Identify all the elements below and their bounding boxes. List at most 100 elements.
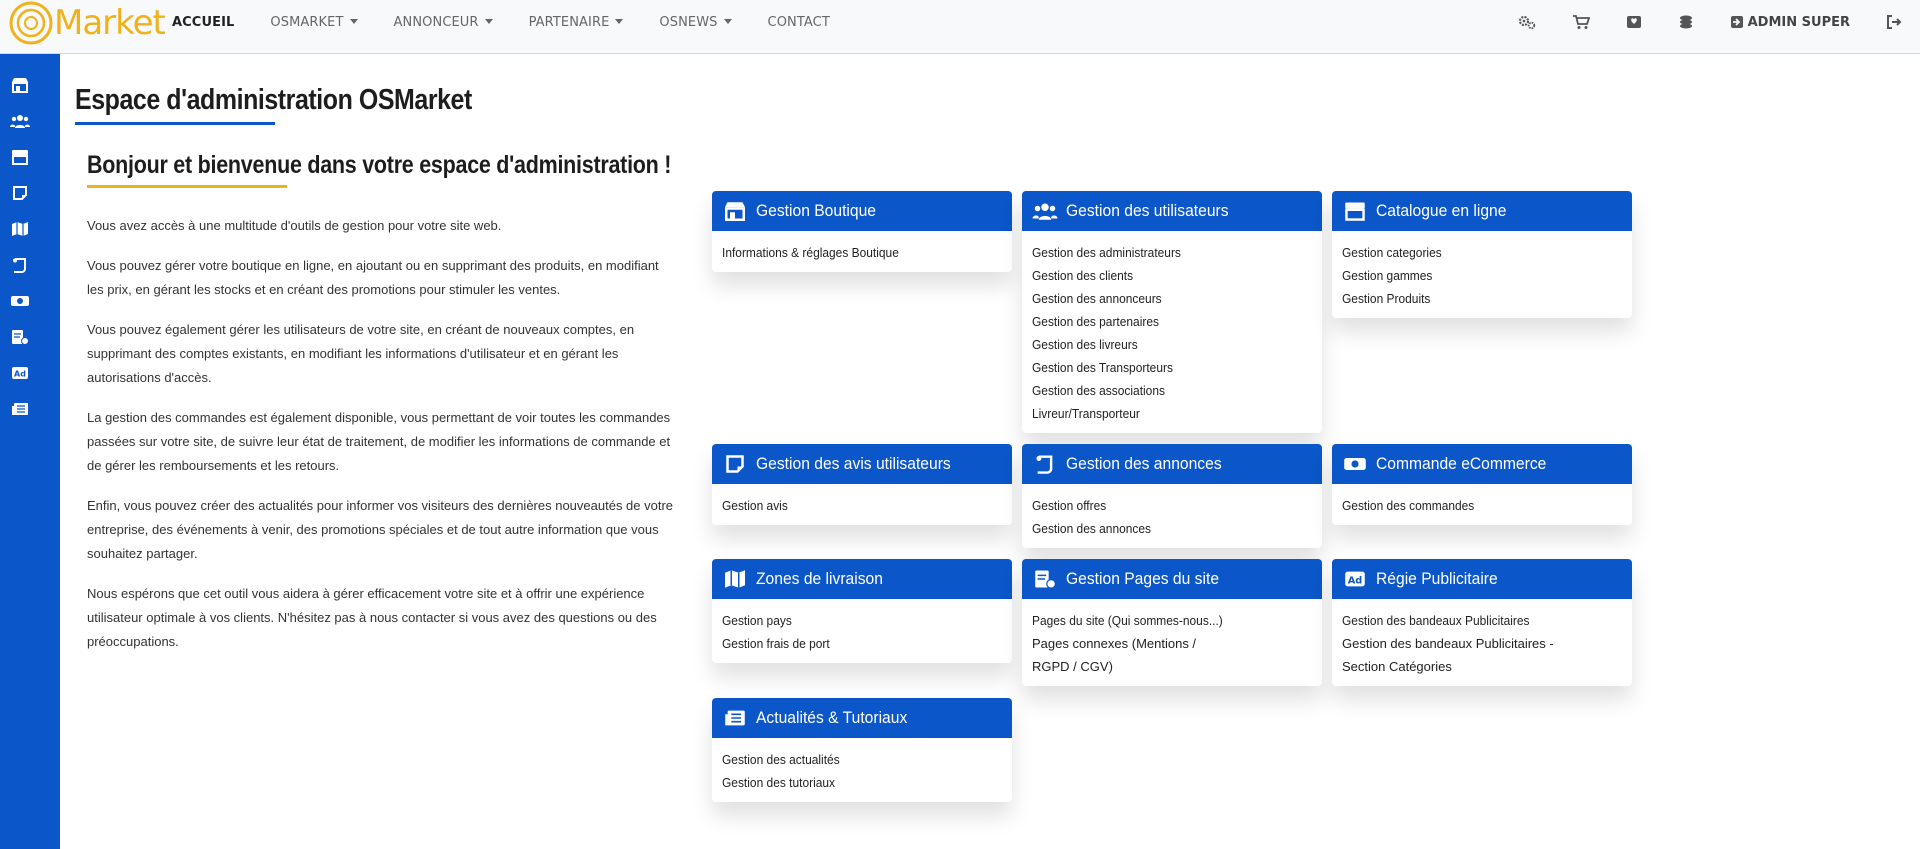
map-icon	[722, 568, 748, 590]
card-header[interactable]: Zones de livraison	[712, 559, 1012, 599]
intro-paragraph: La gestion des commandes est également d…	[87, 410, 671, 473]
map-icon[interactable]	[10, 220, 30, 238]
card-link[interactable]: Gestion des bandeaux Publicitaires	[1342, 609, 1600, 632]
store-icon[interactable]	[10, 76, 30, 94]
card-regie-publicitaire: Ad Régie Publicitaire Gestion des bandea…	[1332, 559, 1632, 686]
card-header[interactable]: Gestion des utilisateurs	[1022, 191, 1322, 231]
ad-icon: Ad	[1342, 568, 1368, 590]
title-underline	[75, 122, 275, 125]
store-front-icon	[1342, 200, 1368, 222]
card-gestion-boutique: Gestion Boutique Informations & réglages…	[712, 191, 1012, 272]
ad-icon[interactable]: Ad	[10, 364, 30, 382]
card-link[interactable]: Gestion des livreurs	[1032, 333, 1290, 356]
card-header[interactable]: Commande eCommerce	[1332, 444, 1632, 484]
card-header[interactable]: Gestion des annonces	[1022, 444, 1322, 484]
note-icon[interactable]	[10, 184, 30, 202]
card-gestion-avis: Gestion des avis utilisateurs Gestion av…	[712, 444, 1012, 525]
card-link[interactable]: Gestion des annonces	[1032, 517, 1290, 540]
card-link[interactable]: Gestion des annonceurs	[1032, 287, 1290, 310]
logo-rings-icon	[9, 1, 53, 45]
money-icon[interactable]	[10, 292, 30, 310]
sign-in-icon	[1730, 16, 1743, 28]
card-header[interactable]: Catalogue en ligne	[1332, 191, 1632, 231]
store-icon	[722, 200, 748, 222]
card-body: Gestion pays Gestion frais de port	[712, 599, 1012, 663]
card-actualites-tutoriaux: Actualités & Tutoriaux Gestion des actua…	[712, 698, 1012, 802]
card-header[interactable]: Actualités & Tutoriaux	[712, 698, 1012, 738]
card-link[interactable]: Gestion avis	[722, 494, 980, 517]
card-title: Gestion Boutique	[756, 201, 876, 220]
card-link[interactable]: Gestion des partenaires	[1032, 310, 1290, 333]
card-title: Gestion des avis utilisateurs	[756, 454, 951, 473]
nav-osnews-label: OSNEWS	[659, 14, 718, 30]
nav-contact[interactable]: CONTACT	[768, 15, 830, 30]
welcome-heading: Bonjour et bienvenue dans votre espace d…	[87, 151, 672, 179]
intro-paragraph: Vous pouvez gérer votre boutique en lign…	[87, 258, 659, 297]
shield-icon[interactable]	[1626, 14, 1642, 30]
top-navbar: Market ACCUEIL OSMARKET ANNONCEUR PARTEN…	[0, 0, 1920, 54]
card-header[interactable]: Gestion des avis utilisateurs	[712, 444, 1012, 484]
newspaper-icon[interactable]	[10, 400, 30, 418]
card-link[interactable]: Gestion des Transporteurs	[1032, 356, 1290, 379]
svg-text:Ad: Ad	[14, 370, 26, 379]
card-body: Gestion des bandeaux Publicitaires Gesti…	[1332, 599, 1632, 686]
card-link[interactable]: Gestion Produits	[1342, 287, 1600, 310]
card-body: Gestion avis	[712, 484, 1012, 525]
card-catalogue-en-ligne: Catalogue en ligne Gestion categories Ge…	[1332, 191, 1632, 318]
scroll-icon[interactable]	[10, 256, 30, 274]
intro-text: Vous avez accès à une multitude d'outils…	[87, 214, 677, 670]
users-icon[interactable]	[10, 112, 30, 130]
page-check-icon[interactable]	[10, 328, 30, 346]
nav-annonceur-label: ANNONCEUR	[393, 14, 479, 30]
note-icon	[722, 453, 748, 475]
nav-right: ADMIN SUPER	[1482, 0, 1902, 44]
card-header[interactable]: Gestion Pages du site	[1022, 559, 1322, 599]
money-icon	[1342, 453, 1368, 475]
card-link[interactable]: Informations & réglages Boutique	[722, 241, 980, 264]
store-front-icon[interactable]	[10, 148, 30, 166]
brand-logo[interactable]: Market	[8, 1, 166, 45]
sidebar: Ad	[0, 54, 60, 849]
card-link[interactable]: Gestion des bandeaux Publicitaires - Sec…	[1342, 632, 1572, 678]
gears-icon[interactable]	[1518, 14, 1536, 30]
card-link[interactable]: Gestion offres	[1032, 494, 1290, 517]
card-header[interactable]: Gestion Boutique	[712, 191, 1012, 231]
card-link[interactable]: Livreur/Transporteur	[1032, 402, 1290, 425]
card-link[interactable]: Pages du site (Qui sommes-nous...)	[1032, 609, 1290, 632]
nav-partenaire[interactable]: PARTENAIRE	[529, 15, 624, 30]
nav-accueil[interactable]: ACCUEIL	[172, 15, 234, 30]
card-link[interactable]: Gestion des actualités	[722, 748, 980, 771]
card-link[interactable]: Gestion frais de port	[722, 632, 980, 655]
logout-icon[interactable]	[1886, 14, 1902, 30]
admin-account[interactable]: ADMIN SUPER	[1730, 15, 1850, 30]
card-link[interactable]: Gestion des clients	[1032, 264, 1290, 287]
intro-paragraph: Vous pouvez également gérer les utilisat…	[87, 322, 635, 385]
card-link[interactable]: Gestion categories	[1342, 241, 1600, 264]
card-link[interactable]: Pages connexes (Mentions / RGPD / CGV)	[1032, 632, 1237, 678]
card-link[interactable]: Gestion des tutoriaux	[722, 771, 980, 794]
card-body: Gestion offres Gestion des annonces	[1022, 484, 1322, 548]
card-link[interactable]: Gestion pays	[722, 609, 980, 632]
card-link[interactable]: Gestion gammes	[1342, 264, 1600, 287]
card-title: Commande eCommerce	[1376, 454, 1547, 473]
svg-text:Ad: Ad	[1348, 575, 1363, 586]
intro-paragraph: Vous avez accès à une multitude d'outils…	[87, 218, 502, 233]
main-nav: ACCUEIL OSMARKET ANNONCEUR PARTENAIRE OS…	[172, 0, 866, 44]
nav-osnews[interactable]: OSNEWS	[659, 14, 732, 30]
card-body: Gestion des actualités Gestion des tutor…	[712, 738, 1012, 802]
coins-icon[interactable]	[1678, 14, 1694, 30]
card-body: Gestion des administrateurs Gestion des …	[1022, 231, 1322, 433]
chevron-down-icon	[484, 18, 493, 24]
card-link[interactable]: Gestion des administrateurs	[1032, 241, 1290, 264]
nav-osmarket[interactable]: OSMARKET	[270, 15, 358, 30]
card-link[interactable]: Gestion des associations	[1032, 379, 1290, 402]
intro-paragraph: Enfin, vous pouvez créer des actualités …	[87, 498, 674, 561]
scroll-icon	[1032, 453, 1058, 475]
card-link[interactable]: Gestion des commandes	[1342, 494, 1600, 517]
nav-annonceur[interactable]: ANNONCEUR	[394, 15, 493, 30]
card-body: Informations & réglages Boutique	[712, 231, 1012, 272]
card-header[interactable]: Ad Régie Publicitaire	[1332, 559, 1632, 599]
cart-icon[interactable]	[1572, 14, 1590, 30]
page-check-icon	[1032, 568, 1058, 590]
card-title: Gestion des utilisateurs	[1066, 201, 1229, 220]
